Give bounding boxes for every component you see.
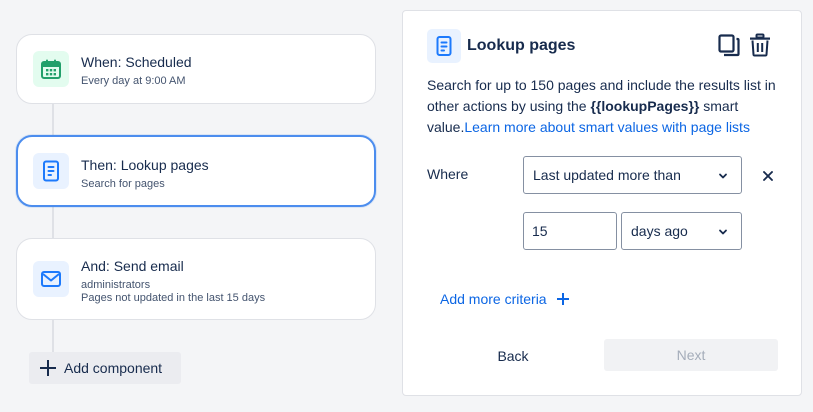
page-icon <box>427 29 461 63</box>
action-card-lookup-pages[interactable]: Then: Lookup pages Search for pages <box>16 135 376 207</box>
add-component-label: Add component <box>64 360 163 376</box>
calendar-icon <box>33 51 69 87</box>
flow-connector <box>52 104 54 136</box>
plus-icon <box>556 292 570 306</box>
condition-select[interactable]: Last updated more than <box>523 156 742 194</box>
add-component-button[interactable]: Add component <box>29 352 181 384</box>
back-button[interactable]: Back <box>463 340 563 372</box>
add-criteria-label: Add more criteria <box>440 291 547 307</box>
flow-connector <box>52 320 54 352</box>
panel-title: Lookup pages <box>467 37 576 54</box>
page-icon <box>33 153 69 189</box>
copy-icon[interactable] <box>717 33 741 57</box>
email-recipient: administrators <box>81 279 151 291</box>
panel-description: Search for up to 150 pages and include t… <box>427 75 777 138</box>
add-more-criteria-button[interactable]: Add more criteria <box>440 291 570 307</box>
trigger-subtitle: Every day at 9:00 AM <box>81 75 186 87</box>
action-subtitle: Search for pages <box>81 178 165 190</box>
next-button[interactable]: Next <box>604 339 778 371</box>
trash-icon[interactable] <box>749 33 771 57</box>
condition-select-value: Last updated more than <box>533 167 681 183</box>
action-title: Then: Lookup pages <box>81 157 209 173</box>
flow-connector <box>52 206 54 238</box>
smart-value-token: {{lookupPages}} <box>590 98 700 114</box>
where-label: Where <box>427 166 469 182</box>
chevron-down-icon <box>717 170 729 182</box>
email-title: And: Send email <box>81 258 184 274</box>
plus-icon <box>39 359 57 377</box>
config-panel: Lookup pages Search for up to 150 pages … <box>402 10 802 396</box>
mail-icon <box>33 261 69 297</box>
trigger-title: When: Scheduled <box>81 54 192 70</box>
action-card-send-email[interactable]: And: Send email administrators Pages not… <box>16 238 376 320</box>
learn-more-link[interactable]: Learn more about smart values with page … <box>464 119 750 135</box>
close-icon[interactable] <box>761 169 775 183</box>
unit-select-value: days ago <box>631 223 688 239</box>
email-subject: Pages not updated in the last 15 days <box>81 292 266 304</box>
amount-input[interactable] <box>523 212 617 250</box>
unit-select[interactable]: days ago <box>621 212 742 250</box>
chevron-down-icon <box>717 226 729 238</box>
trigger-card-scheduled[interactable]: When: Scheduled Every day at 9:00 AM <box>16 34 376 104</box>
